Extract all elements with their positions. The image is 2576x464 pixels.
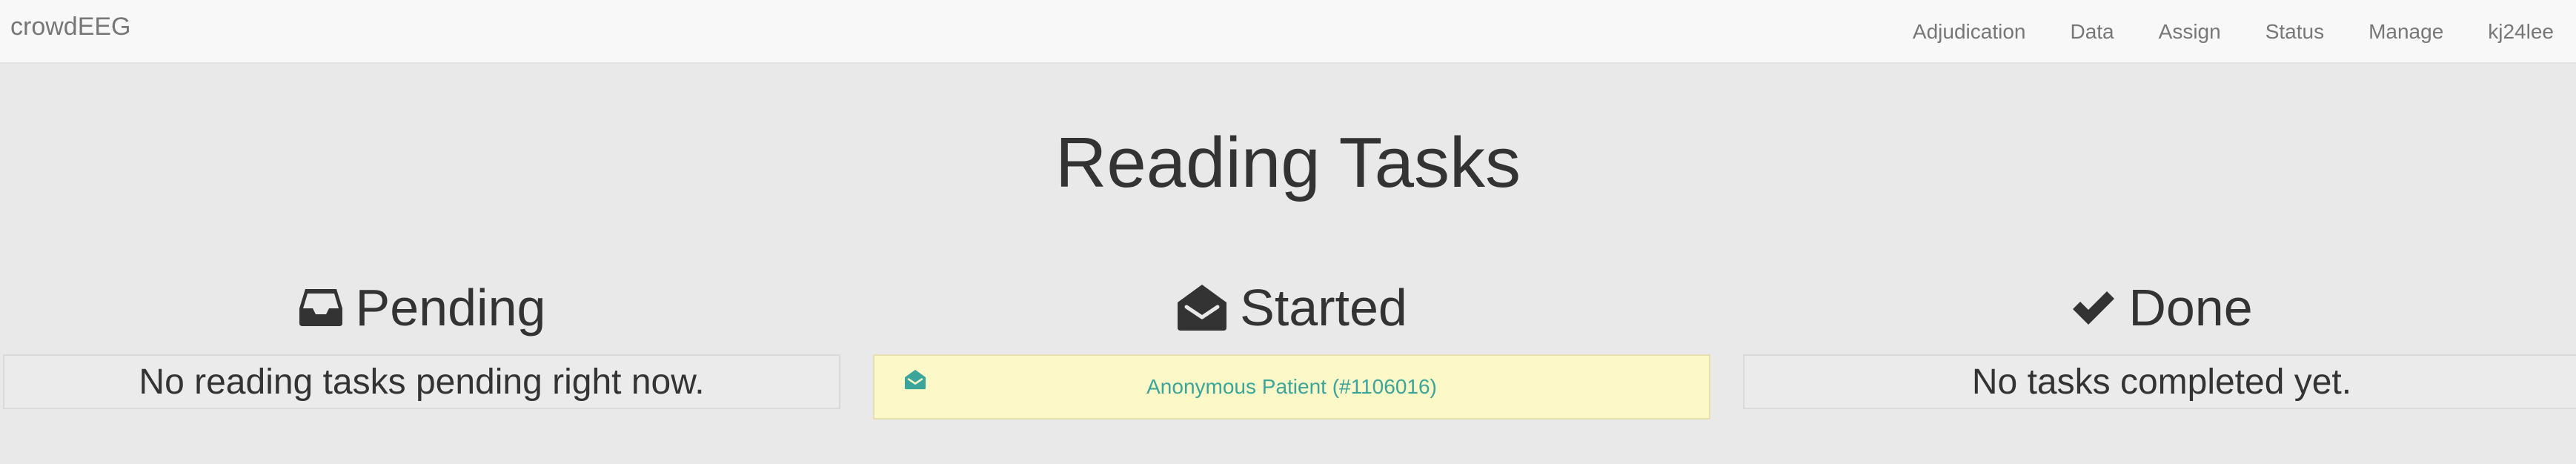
done-heading: Done xyxy=(1743,274,2576,341)
done-column: Done No tasks completed yet. xyxy=(1743,274,2576,409)
started-heading-text: Started xyxy=(1240,279,1407,337)
pending-empty-message: No reading tasks pending right now. xyxy=(139,362,705,402)
nav-link-data[interactable]: Data xyxy=(2070,20,2114,44)
task-row[interactable]: Anonymous Patient (#1106016) xyxy=(873,354,1710,420)
done-empty-message: No tasks completed yet. xyxy=(1971,362,2352,402)
started-heading: Started xyxy=(873,274,1710,341)
envelope-open-icon xyxy=(1176,283,1228,332)
done-heading-text: Done xyxy=(2128,279,2253,337)
top-navbar: crowdEEG Adjudication Data Assign Status… xyxy=(0,0,2576,64)
pending-heading-text: Pending xyxy=(355,279,546,337)
check-icon xyxy=(2071,289,2117,326)
pending-empty-panel: No reading tasks pending right now. xyxy=(3,354,840,409)
pending-heading: Pending xyxy=(3,274,840,341)
started-column: Started Anonymous Patient (#1106016) xyxy=(873,274,1710,420)
inbox-icon xyxy=(298,288,344,328)
nav-link-manage[interactable]: Manage xyxy=(2368,20,2443,44)
page-title: Reading Tasks xyxy=(1055,123,1521,202)
nav-links: Adjudication Data Assign Status Manage k… xyxy=(1913,0,2554,64)
nav-link-adjudication[interactable]: Adjudication xyxy=(1913,20,2026,44)
task-link[interactable]: Anonymous Patient (#1106016) xyxy=(874,375,1709,399)
nav-link-assign[interactable]: Assign xyxy=(2159,20,2221,44)
done-empty-panel: No tasks completed yet. xyxy=(1743,354,2576,409)
brand-link[interactable]: crowdEEG xyxy=(10,10,131,43)
nav-link-status[interactable]: Status xyxy=(2265,20,2324,44)
pending-column: Pending No reading tasks pending right n… xyxy=(3,274,840,409)
nav-link-user-account[interactable]: kj24lee xyxy=(2488,20,2554,44)
